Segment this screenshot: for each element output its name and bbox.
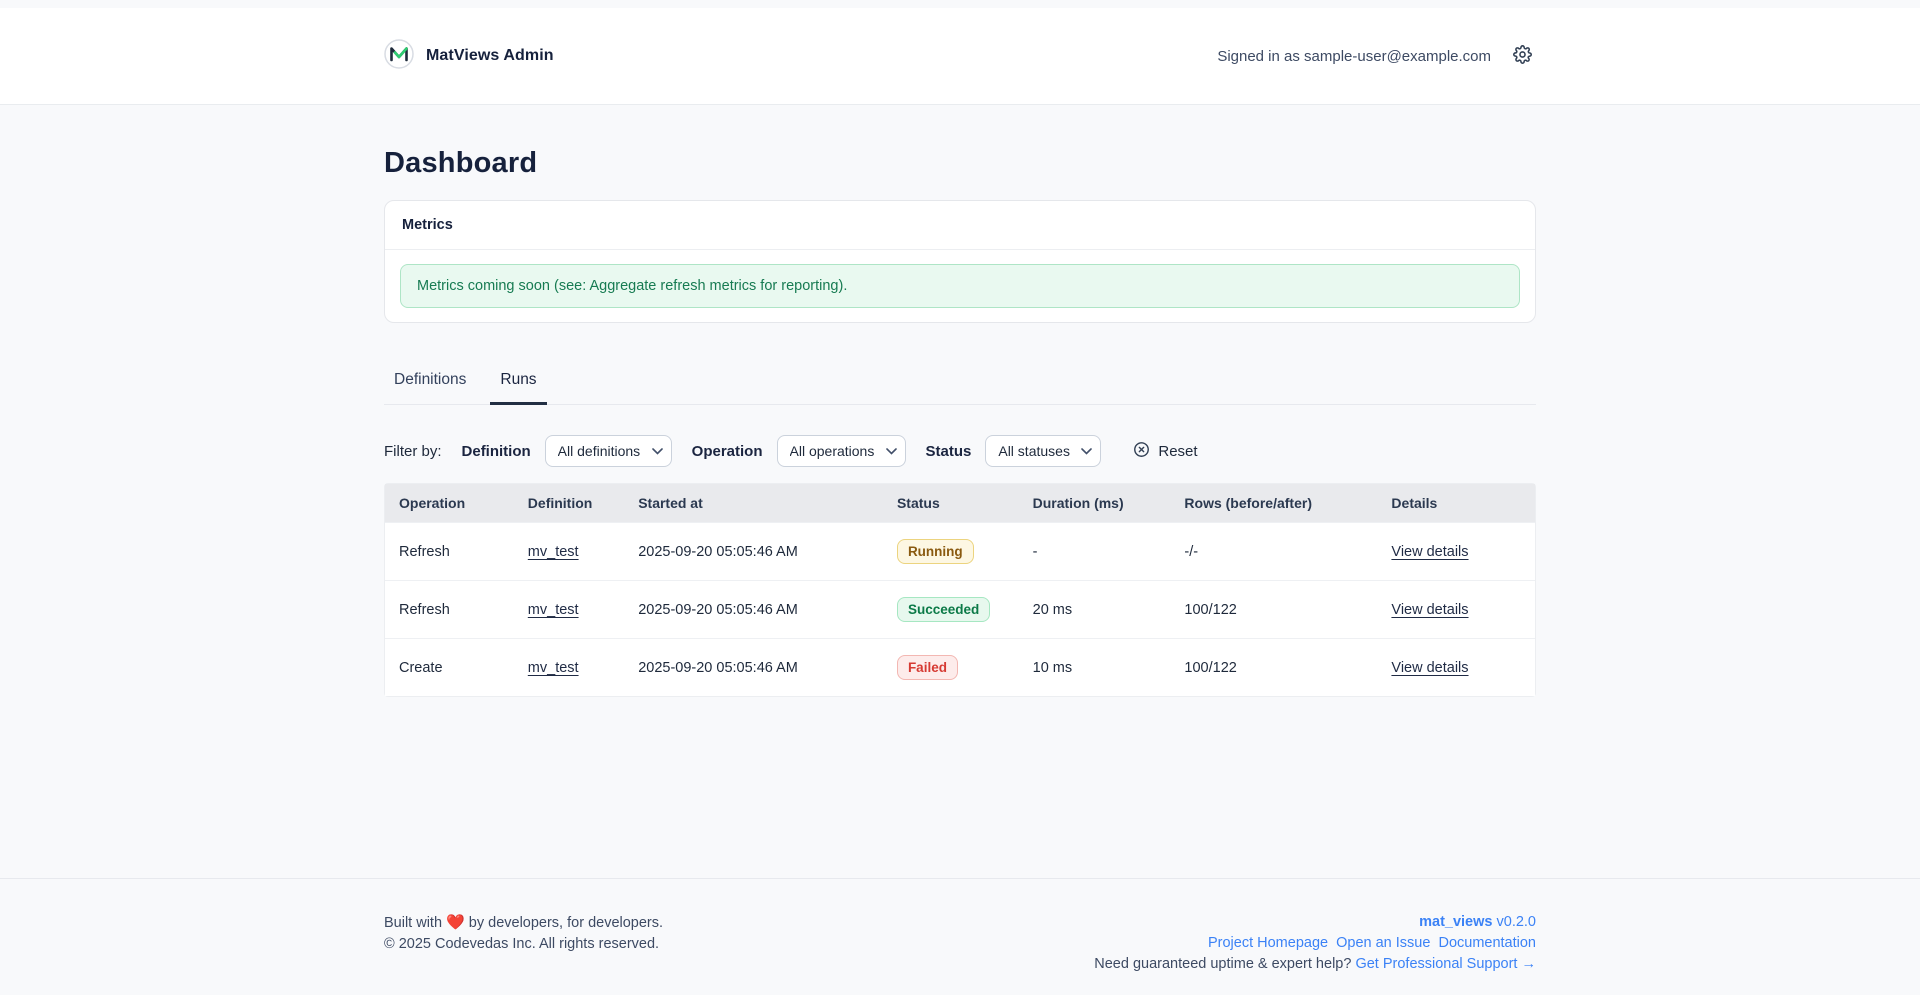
circle-x-icon (1133, 441, 1150, 462)
reset-label: Reset (1158, 443, 1197, 460)
definition-filter-select[interactable]: All definitions (545, 435, 672, 467)
operation-cell: Create (385, 639, 514, 697)
documentation-link[interactable]: Documentation (1438, 935, 1536, 951)
column-header-details: Details (1377, 484, 1535, 523)
definition-link[interactable]: mv_test (528, 602, 579, 618)
view-details-link[interactable]: View details (1391, 660, 1468, 676)
gear-icon (1513, 45, 1532, 67)
definition-link[interactable]: mv_test (528, 660, 579, 676)
status-badge: Running (897, 539, 974, 564)
signed-in-text: Signed in as sample-user@example.com (1217, 48, 1491, 65)
rows-cell: 100/122 (1170, 581, 1377, 639)
site-footer: Built with ❤️ by developers, for develop… (0, 878, 1920, 995)
open-an-issue-link[interactable]: Open an Issue (1336, 935, 1430, 951)
column-header-operation: Operation (385, 484, 514, 523)
copyright-line: © 2025 Codevedas Inc. All rights reserve… (384, 934, 663, 955)
version-label: v0.2.0 (1497, 914, 1537, 930)
column-header-rows: Rows (before/after) (1170, 484, 1377, 523)
footer-links: Project Homepage Open an Issue Documenta… (1094, 933, 1536, 954)
started-at-cell: 2025-09-20 05:05:46 AM (624, 639, 883, 697)
status-badge: Succeeded (897, 597, 990, 622)
started-at-cell: 2025-09-20 05:05:46 AM (624, 523, 883, 581)
table-header-row: Operation Definition Started at Status D… (385, 484, 1535, 523)
runs-table: Operation Definition Started at Status D… (384, 483, 1536, 697)
status-filter-label: Status (926, 443, 972, 460)
heart-icon: ❤️ (446, 914, 465, 931)
settings-button[interactable] (1509, 41, 1536, 71)
filter-by-label: Filter by: (384, 443, 442, 460)
table-row: Refresh mv_test 2025-09-20 05:05:46 AM S… (385, 581, 1535, 639)
mat-views-link[interactable]: mat_views (1419, 914, 1492, 930)
rows-cell: -/- (1170, 523, 1377, 581)
duration-cell: 10 ms (1019, 639, 1171, 697)
rows-cell: 100/122 (1170, 639, 1377, 697)
metrics-card-header: Metrics (385, 201, 1535, 250)
metrics-coming-soon-notice: Metrics coming soon (see: Aggregate refr… (400, 264, 1520, 308)
started-at-cell: 2025-09-20 05:05:46 AM (624, 581, 883, 639)
tab-definitions[interactable]: Definitions (384, 361, 476, 405)
brand[interactable]: MatViews Admin (384, 39, 554, 74)
operation-cell: Refresh (385, 523, 514, 581)
operation-filter-select[interactable]: All operations (777, 435, 906, 467)
column-header-status: Status (883, 484, 1019, 523)
table-row: Create mv_test 2025-09-20 05:05:46 AM Fa… (385, 639, 1535, 697)
view-details-link[interactable]: View details (1391, 544, 1468, 560)
duration-cell: 20 ms (1019, 581, 1171, 639)
professional-support-link[interactable]: Get Professional Support → (1355, 956, 1536, 972)
project-homepage-link[interactable]: Project Homepage (1208, 935, 1328, 951)
app-header: MatViews Admin Signed in as sample-user@… (0, 8, 1920, 105)
status-filter-select[interactable]: All statuses (985, 435, 1101, 467)
view-details-link[interactable]: View details (1391, 602, 1468, 618)
tab-runs[interactable]: Runs (490, 361, 546, 405)
matviews-logo-icon (384, 39, 414, 74)
table-row: Refresh mv_test 2025-09-20 05:05:46 AM R… (385, 523, 1535, 581)
definition-link[interactable]: mv_test (528, 544, 579, 560)
brand-title: MatViews Admin (426, 47, 554, 65)
operation-cell: Refresh (385, 581, 514, 639)
filter-bar: Filter by: Definition All definitions Op… (384, 435, 1536, 467)
reset-filters-button[interactable]: Reset (1133, 441, 1197, 462)
metrics-card-title: Metrics (402, 217, 453, 233)
definition-filter-label: Definition (462, 443, 531, 460)
version-line: mat_views v0.2.0 (1094, 912, 1536, 933)
tab-bar: Definitions Runs (384, 361, 1536, 405)
built-with-line: Built with ❤️ by developers, for develop… (384, 912, 663, 934)
page-title: Dashboard (384, 147, 1536, 180)
column-header-definition: Definition (514, 484, 624, 523)
top-strip (0, 0, 1920, 8)
status-badge: Failed (897, 655, 958, 680)
duration-cell: - (1019, 523, 1171, 581)
metrics-card: Metrics Metrics coming soon (see: Aggreg… (384, 200, 1536, 323)
column-header-duration: Duration (ms) (1019, 484, 1171, 523)
column-header-started-at: Started at (624, 484, 883, 523)
support-line: Need guaranteed uptime & expert help? Ge… (1094, 954, 1536, 975)
operation-filter-label: Operation (692, 443, 763, 460)
